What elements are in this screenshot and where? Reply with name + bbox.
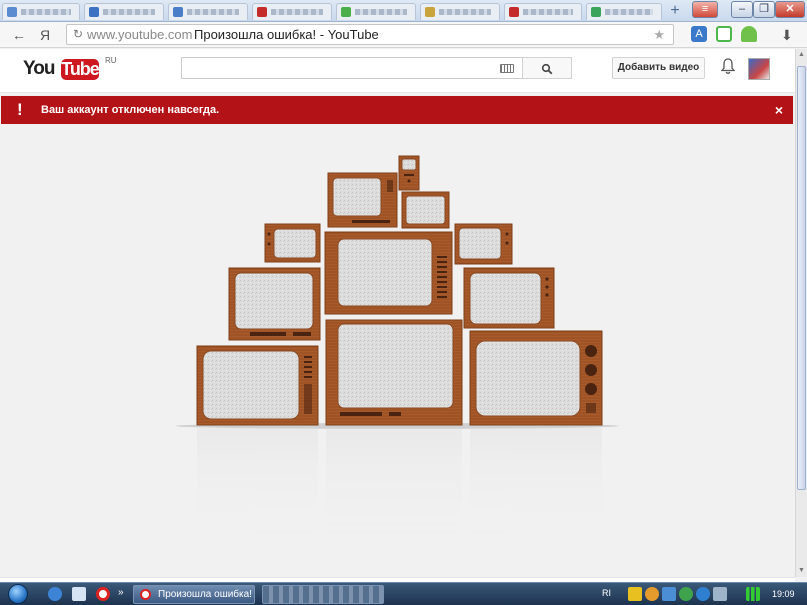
- tab-title-blurred: [355, 9, 407, 15]
- tray-update-icon[interactable]: [679, 587, 693, 601]
- quicklaunch-overflow-icon[interactable]: »: [118, 587, 132, 601]
- shield-extension-icon[interactable]: [716, 26, 732, 42]
- tray-info-icon[interactable]: [696, 587, 710, 601]
- tray-signal-icon[interactable]: [746, 587, 760, 601]
- show-desktop-icon[interactable]: [72, 587, 86, 601]
- tab-title-blurred: [523, 9, 573, 15]
- tv-bottom-left: [196, 345, 319, 426]
- alert-exclamation-icon: !: [17, 100, 23, 119]
- tv-tiny: [398, 155, 420, 191]
- tv-center: [324, 231, 453, 315]
- search-icon: [541, 63, 553, 75]
- page-scrollbar[interactable]: ▲ ▼: [795, 49, 807, 577]
- browser-navigation-bar: ← Я ↻ www.youtube.com Произошла ошибка! …: [0, 22, 807, 48]
- browser-tab[interactable]: [420, 3, 500, 20]
- bell-icon[interactable]: [721, 58, 735, 75]
- tv-mid-left: [228, 267, 321, 341]
- tray-network-icon[interactable]: [662, 587, 676, 601]
- tab-title-blurred: [21, 9, 71, 15]
- tab-favicon: [7, 7, 17, 17]
- tab-favicon: [591, 7, 601, 17]
- yandex-quicklaunch-icon[interactable]: [96, 587, 110, 601]
- downloads-arrow-icon[interactable]: ⬇: [781, 26, 793, 44]
- scroll-down-arrow-icon[interactable]: ▼: [796, 565, 807, 577]
- tv-bottom-center: [325, 319, 463, 426]
- tv-small-right-2: [454, 223, 513, 265]
- scrollbar-thumb[interactable]: [797, 66, 806, 490]
- reload-icon[interactable]: ↻: [73, 25, 83, 44]
- ie-quicklaunch-icon[interactable]: [48, 587, 62, 601]
- browser-tab[interactable]: [336, 3, 416, 20]
- browser-tab[interactable]: [168, 3, 248, 20]
- yandex-icon[interactable]: Я: [40, 26, 50, 44]
- taskbar-blurred-button[interactable]: [262, 585, 384, 604]
- tv-reflection: [197, 428, 602, 548]
- start-button[interactable]: [3, 583, 33, 605]
- language-indicator[interactable]: RI: [602, 588, 611, 598]
- tray-shield-icon[interactable]: [628, 587, 642, 601]
- yandex-task-icon: [140, 589, 151, 600]
- address-bar[interactable]: ↻ www.youtube.com Произошла ошибка! - Yo…: [66, 24, 674, 45]
- alert-close-button[interactable]: ×: [775, 96, 783, 124]
- tv-small-left: [264, 223, 321, 263]
- tray-app-icon[interactable]: [645, 587, 659, 601]
- tab-title-blurred: [439, 9, 491, 15]
- browser-tab[interactable]: [84, 3, 164, 20]
- scroll-up-arrow-icon[interactable]: ▲: [796, 49, 807, 61]
- tab-favicon: [173, 7, 183, 17]
- translate-extension-icon[interactable]: A: [691, 26, 707, 42]
- tv-mid-right: [463, 267, 555, 329]
- browser-tab[interactable]: [2, 3, 80, 20]
- browser-tab[interactable]: [586, 3, 662, 20]
- tab-favicon: [425, 7, 435, 17]
- tab-favicon: [257, 7, 267, 17]
- tray-volume-icon[interactable]: [713, 587, 727, 601]
- tab-title-blurred: [605, 9, 653, 15]
- taskbar-browser-button[interactable]: Произошла ошибка! ...: [133, 585, 255, 604]
- windows-orb-icon: [8, 584, 28, 604]
- browser-tab-strip: + ≡ – ❐ ✕: [0, 0, 807, 22]
- taskbar-clock[interactable]: 19:09: [772, 583, 795, 605]
- browser-menu-button[interactable]: ≡: [692, 1, 718, 18]
- tv-small-right: [401, 191, 450, 229]
- browser-tab[interactable]: [252, 3, 332, 20]
- search-button[interactable]: [522, 57, 572, 79]
- tab-title-blurred: [271, 9, 323, 15]
- download-helper-icon[interactable]: [741, 26, 757, 42]
- tv-bottom-right: [469, 330, 603, 426]
- alert-message: Ваш аккаунт отключен навсегда.: [41, 104, 220, 116]
- search-input[interactable]: [181, 57, 523, 79]
- account-terminated-alert: ! Ваш аккаунт отключен навсегда. ×: [1, 96, 793, 124]
- tab-favicon: [89, 7, 99, 17]
- back-arrow-icon[interactable]: ←: [12, 26, 26, 44]
- taskbar-task-label: Произошла ошибка! ...: [158, 589, 255, 600]
- maximize-button[interactable]: ❐: [753, 1, 775, 18]
- keyboard-icon[interactable]: [500, 64, 514, 73]
- address-page-title: Произошла ошибка! - YouTube: [194, 27, 379, 42]
- minimize-button[interactable]: –: [731, 1, 753, 18]
- bookmark-star-icon[interactable]: ★: [653, 25, 665, 44]
- avatar[interactable]: [748, 58, 770, 80]
- windows-taskbar: » Произошла ошибка! ... RI 19:09: [0, 582, 807, 605]
- upload-video-button[interactable]: Добавить видео: [612, 57, 705, 79]
- youtube-header: You Tube RU Добавить видео: [0, 49, 795, 93]
- browser-tab[interactable]: [504, 3, 582, 20]
- logo-you-text: You: [23, 58, 56, 79]
- tab-title-blurred: [187, 9, 239, 15]
- tab-title-blurred: [103, 9, 155, 15]
- tv-top-middle: [327, 172, 398, 228]
- address-domain: www.youtube.com: [87, 27, 193, 42]
- tab-favicon: [341, 7, 351, 17]
- tab-favicon: [509, 7, 519, 17]
- new-tab-button[interactable]: +: [664, 2, 686, 20]
- close-window-button[interactable]: ✕: [775, 1, 805, 18]
- logo-country-code: RU: [105, 56, 117, 65]
- logo-tube-text: Tube: [61, 59, 100, 80]
